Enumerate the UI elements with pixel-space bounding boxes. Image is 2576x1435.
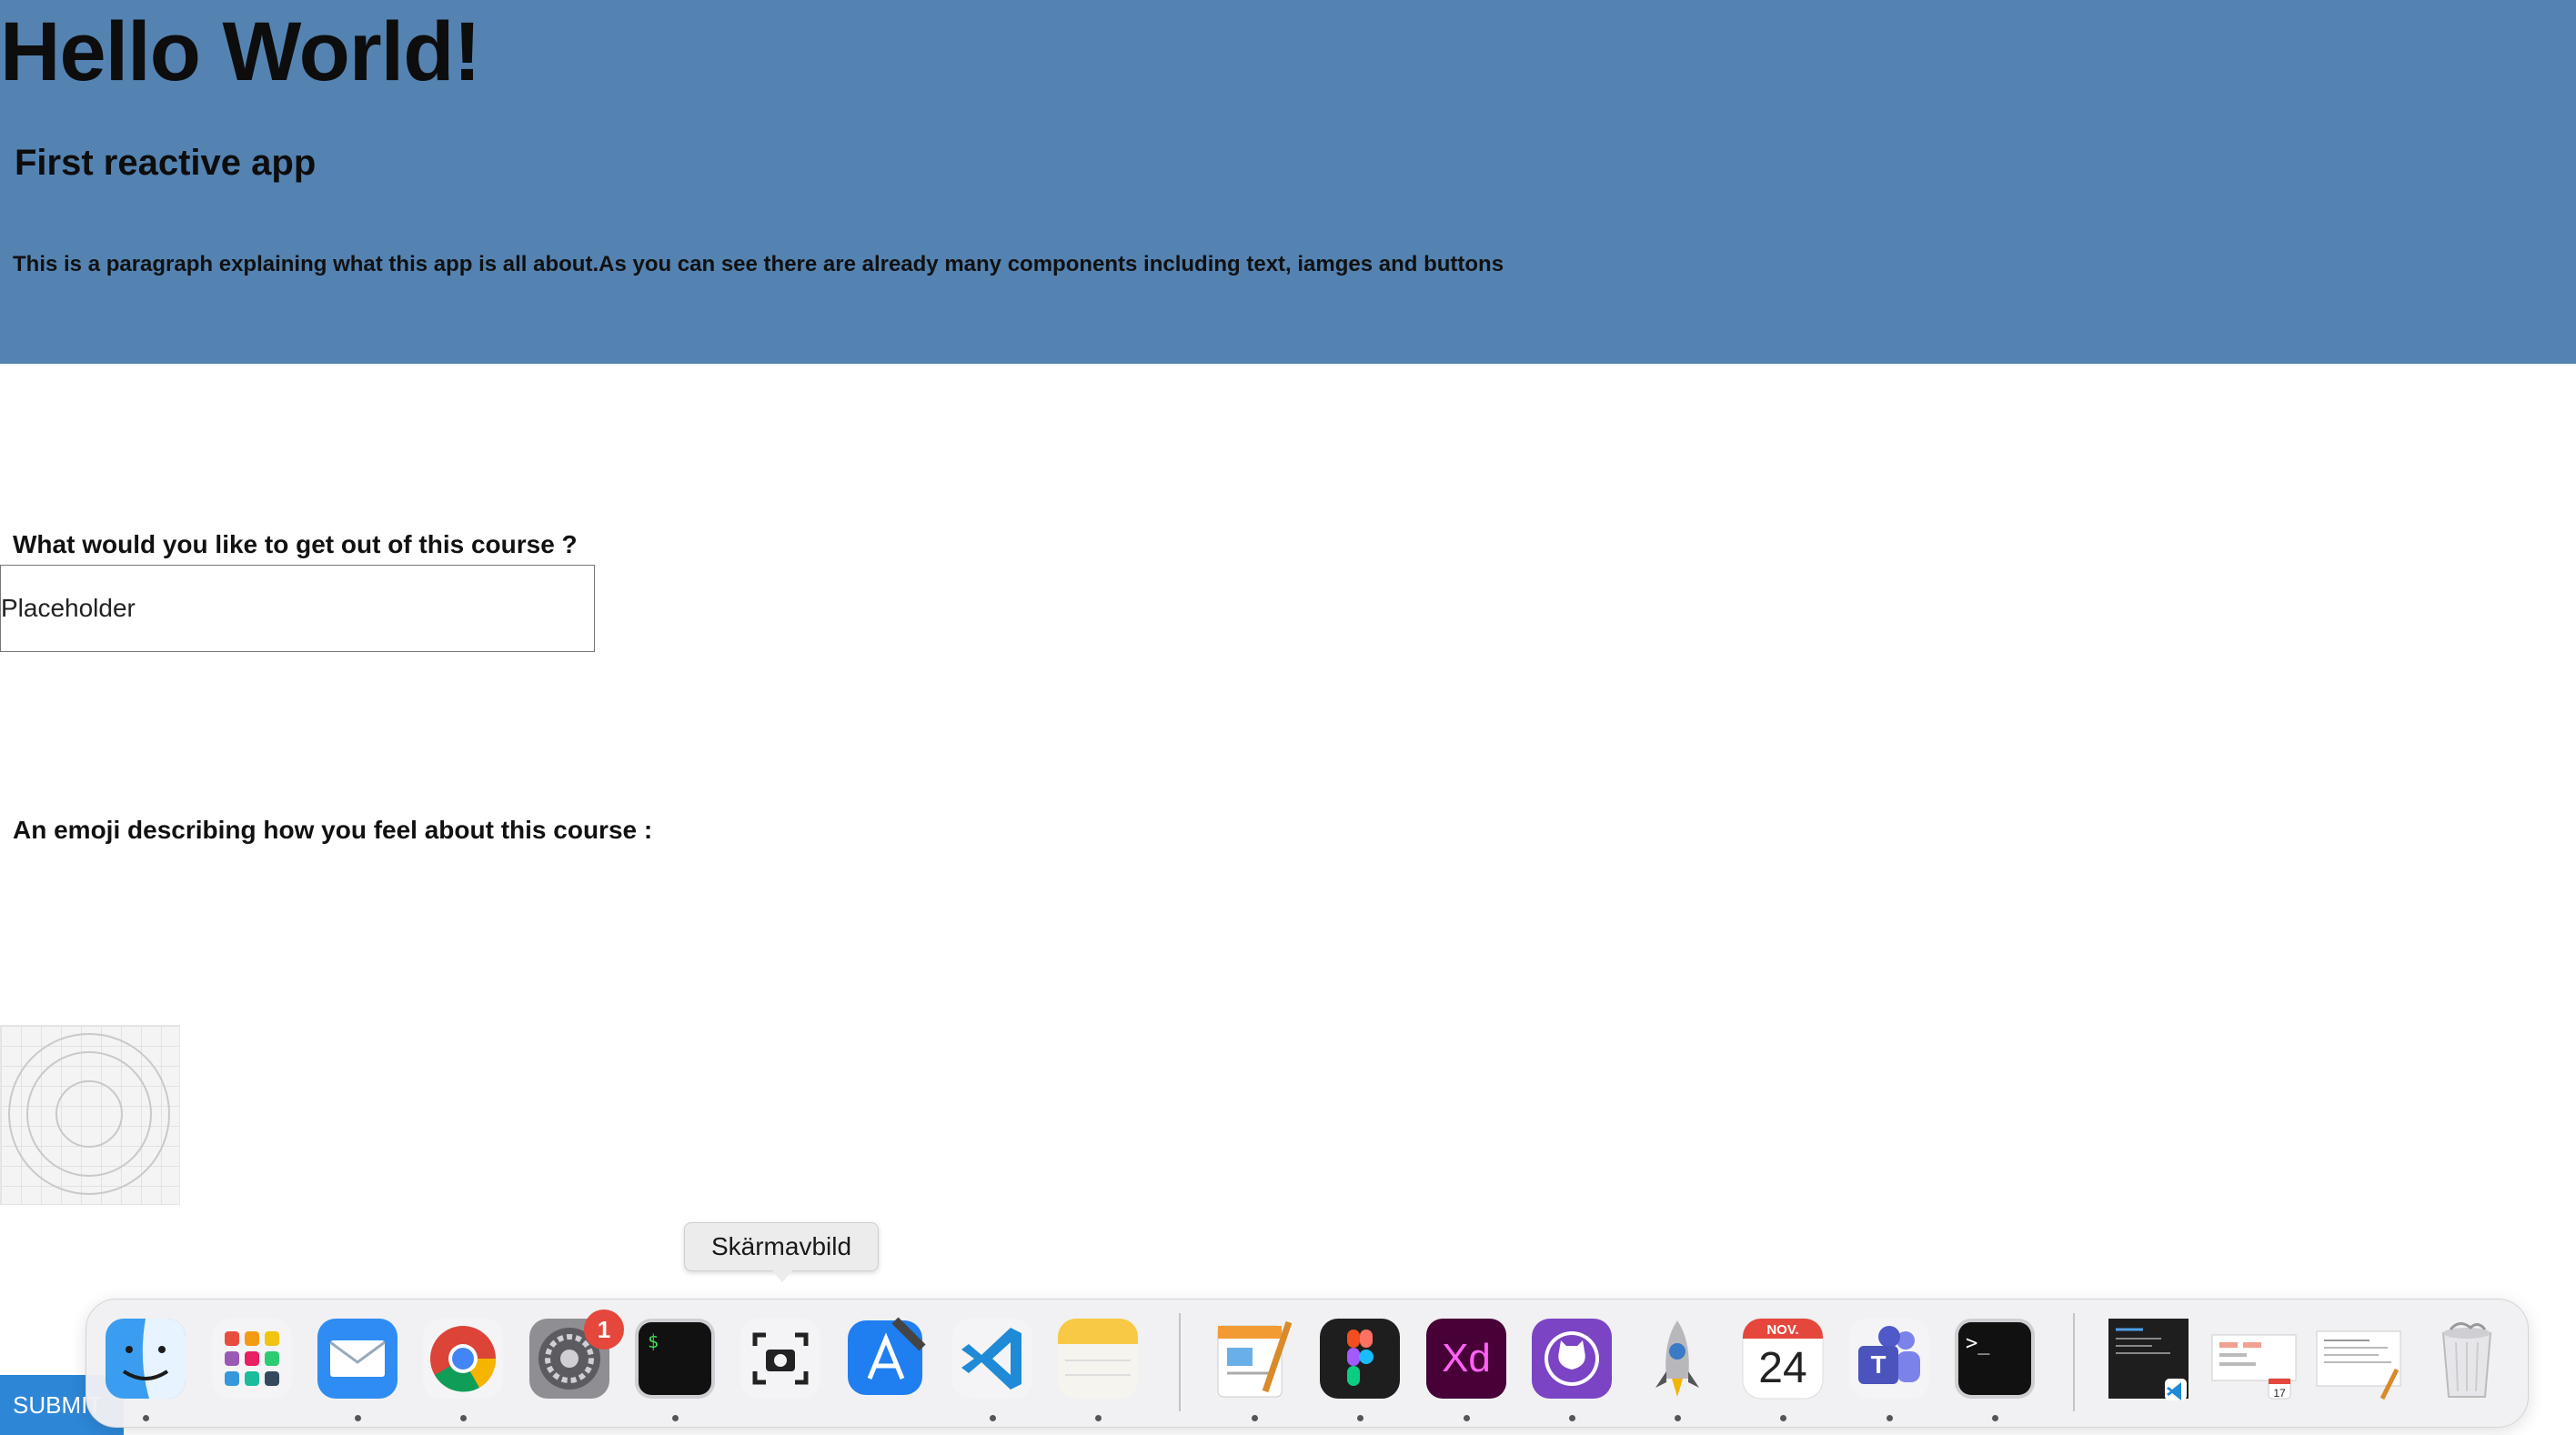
running-indicator: [1992, 1415, 1998, 1421]
svg-text:>_: >_: [1966, 1332, 1990, 1355]
running-indicator: [672, 1415, 679, 1421]
intro-paragraph: This is a paragraph explaining what this…: [13, 252, 1504, 276]
notes-icon: [1058, 1319, 1138, 1399]
running-indicator: [1887, 1415, 1893, 1421]
terminal-icon: >_: [1955, 1319, 2035, 1399]
image-placeholder: [0, 1025, 180, 1205]
dock-minimized-window-pages[interactable]: [2315, 1315, 2402, 1402]
notification-badge: 1: [584, 1310, 624, 1350]
dock-app-notes[interactable]: [1054, 1315, 1142, 1402]
dock-app-terminal[interactable]: $: [631, 1315, 719, 1402]
dock-app-finder[interactable]: [102, 1315, 189, 1402]
finder-icon: [106, 1319, 186, 1399]
svg-text:Xd: Xd: [1442, 1336, 1491, 1380]
svg-text:24: 24: [1758, 1344, 1806, 1392]
dock-minimized-window-vscode[interactable]: [2107, 1315, 2194, 1402]
app-header: Hello World! First reactive app This is …: [0, 0, 2576, 364]
tooltip-arrow: [771, 1269, 793, 1282]
running-indicator: [1464, 1415, 1470, 1421]
screenshot-icon: [740, 1319, 820, 1399]
running-indicator: [1569, 1415, 1575, 1421]
running-indicator: [990, 1415, 996, 1421]
xcode-icon: [848, 1317, 926, 1395]
running-indicator: [1252, 1415, 1258, 1421]
running-indicator: [460, 1415, 467, 1421]
dock-app-chrome[interactable]: [419, 1315, 507, 1402]
dock-app-adobe-xd[interactable]: Xd: [1423, 1315, 1510, 1402]
svg-text:T: T: [1870, 1350, 1886, 1379]
running-indicator: [143, 1415, 149, 1421]
vscode-icon: [952, 1319, 1032, 1399]
dock-app-pages[interactable]: [1211, 1315, 1298, 1402]
dock-app-xcode[interactable]: [842, 1315, 930, 1402]
dock-tooltip: Skärmavbild: [684, 1222, 879, 1271]
svg-text:$: $: [648, 1330, 659, 1352]
github-icon: [1532, 1319, 1612, 1399]
dock-app-launchpad[interactable]: [208, 1315, 296, 1402]
dock-app-terminal-2[interactable]: >_: [1951, 1315, 2038, 1402]
running-indicator: [1357, 1415, 1363, 1421]
launchpad-icon: [212, 1319, 292, 1399]
chrome-icon: [423, 1319, 503, 1399]
dock-app-mail[interactable]: [314, 1315, 401, 1402]
dock-separator: [1179, 1313, 1181, 1411]
terminal-icon: $: [635, 1319, 715, 1399]
running-indicator: [1780, 1415, 1786, 1421]
document-thumbnail-icon: [2316, 1330, 2401, 1400]
rocket-icon: [1655, 1320, 1699, 1397]
document-thumbnail-icon: 17: [2211, 1334, 2297, 1400]
figma-icon: [1320, 1319, 1400, 1399]
pages-icon: [1217, 1320, 1293, 1398]
dock-app-figma[interactable]: [1316, 1315, 1404, 1402]
svg-text:NOV.: NOV.: [1766, 1322, 1798, 1338]
trash-icon: [2441, 1322, 2492, 1398]
mail-icon: [317, 1319, 397, 1399]
question-label: What would you like to get out of this c…: [13, 530, 578, 558]
running-indicator: [1675, 1415, 1681, 1421]
svg-text:17: 17: [2273, 1387, 2286, 1400]
page-title: Hello World!: [0, 5, 481, 98]
dock-app-teams[interactable]: T: [1846, 1315, 1933, 1402]
code-window-thumbnail-icon: [2108, 1319, 2189, 1400]
dock-separator: [2073, 1313, 2075, 1411]
xd-icon: Xd: [1426, 1319, 1506, 1399]
dock-app-github[interactable]: [1528, 1315, 1615, 1402]
dock-minimized-window-document[interactable]: 17: [2210, 1315, 2298, 1402]
running-indicator: [355, 1415, 361, 1421]
course-goal-input[interactable]: [0, 565, 595, 652]
dock-app-calendar[interactable]: NOV. 24: [1739, 1315, 1826, 1402]
placeholder-graphic-icon: [8, 1033, 170, 1195]
dock-app-screenshot[interactable]: [737, 1315, 824, 1402]
emoji-label: An emoji describing how you feel about t…: [13, 816, 653, 844]
running-indicator: [1095, 1415, 1102, 1421]
page-subtitle: First reactive app: [15, 143, 317, 183]
dock-app-vscode[interactable]: [949, 1315, 1036, 1402]
dock-app-rocket[interactable]: [1634, 1315, 1721, 1402]
dock-trash[interactable]: [2423, 1315, 2511, 1402]
calendar-icon: NOV. 24: [1742, 1318, 1824, 1400]
teams-icon: T: [1849, 1319, 1929, 1399]
